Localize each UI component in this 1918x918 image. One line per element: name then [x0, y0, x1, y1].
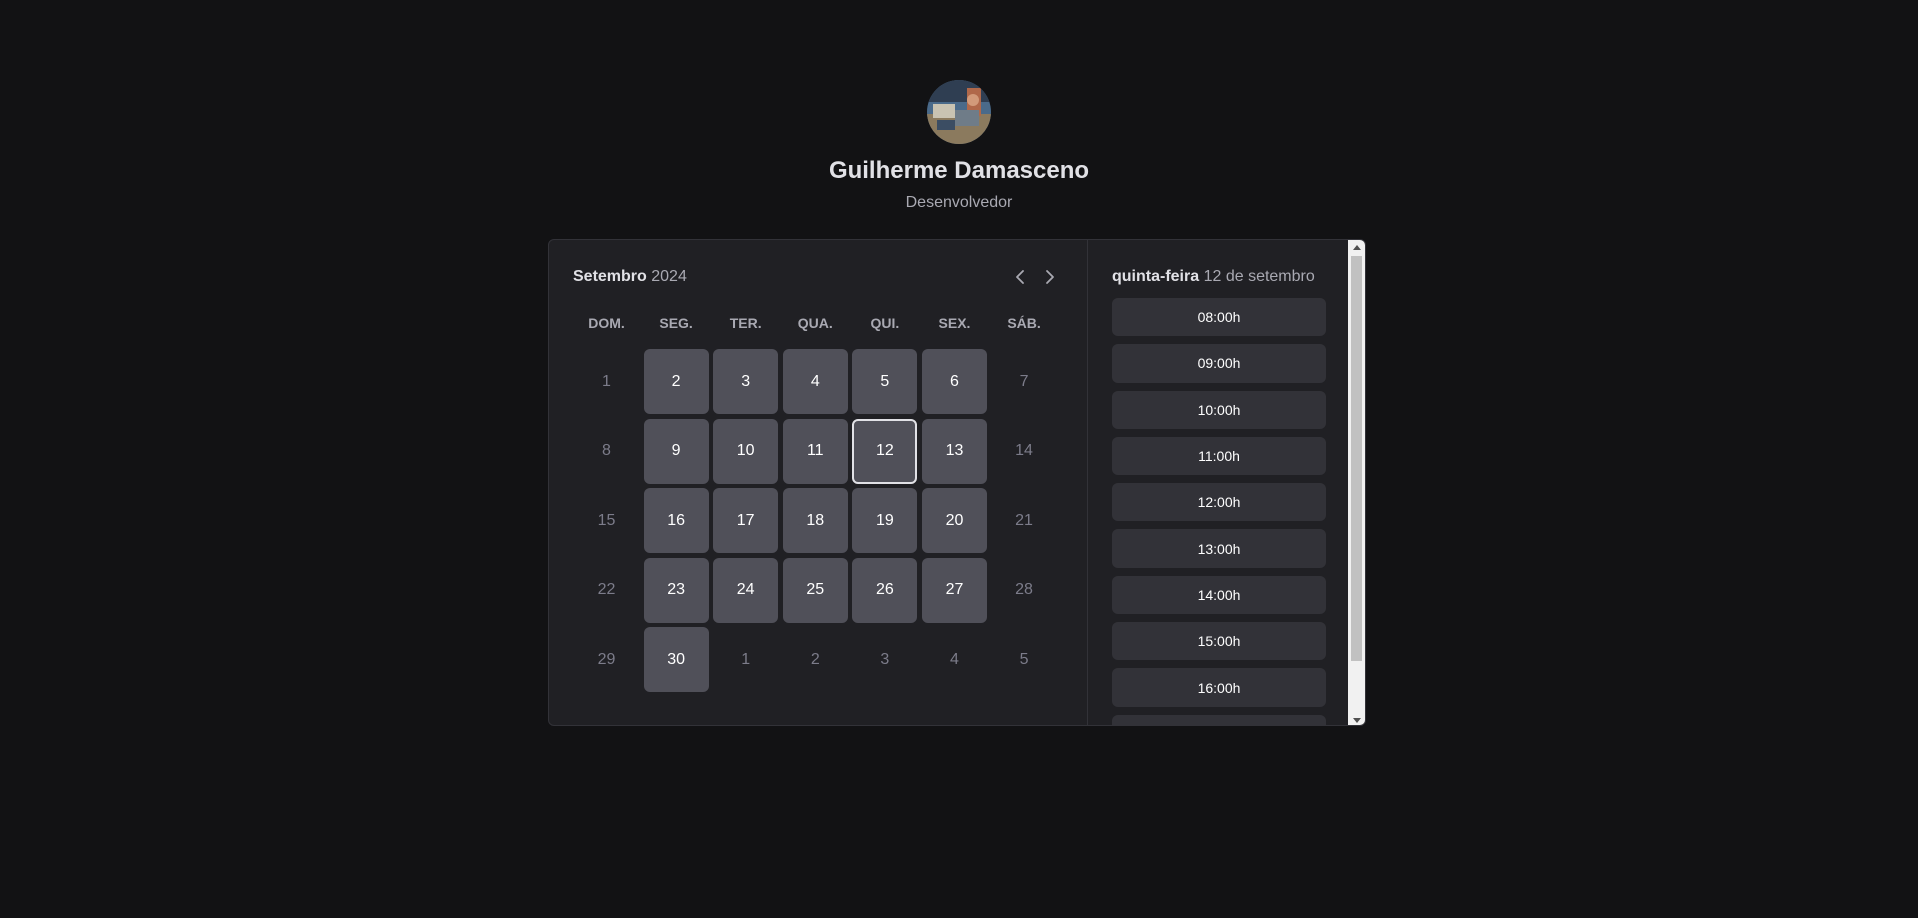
calendar-day[interactable]: 16: [643, 488, 709, 554]
calendar-month: Setembro: [573, 268, 647, 285]
weekday-label: SEG.: [659, 315, 693, 331]
calendar-day[interactable]: 20: [921, 488, 987, 554]
calendar-day: 28: [1015, 581, 1033, 599]
chevron-left-icon: [1016, 270, 1024, 284]
calendar-day[interactable]: 24: [713, 557, 779, 623]
weekday-label: QUA.: [797, 315, 833, 331]
calendar-day-selected[interactable]: 12: [852, 418, 918, 484]
calendar-day[interactable]: 11: [782, 418, 848, 484]
scroll-down-arrow-icon[interactable]: [1348, 713, 1365, 725]
weekday-header: DOM. SEG. TER. QUA. QUI. SEX. SÁB.: [574, 314, 1063, 332]
time-slot-button[interactable]: 08:00h: [1112, 298, 1326, 337]
scheduler-panel: Setembro 2024 DOM. SEG. TER. QUA. QUI. S…: [548, 239, 1366, 726]
calendar-day[interactable]: 9: [643, 418, 709, 484]
calendar-day[interactable]: 23: [643, 557, 709, 623]
calendar-day: 14: [1015, 442, 1033, 460]
selected-weekday: quinta-feira: [1112, 268, 1200, 285]
weekday-label: QUI.: [870, 315, 900, 331]
calendar: Setembro 2024 DOM. SEG. TER. QUA. QUI. S…: [549, 240, 1088, 725]
calendar-title: Setembro 2024: [573, 268, 687, 286]
calendar-day: 8: [602, 442, 611, 460]
calendar-day: 22: [597, 581, 616, 599]
calendar-day[interactable]: 17: [713, 488, 779, 554]
scroll-up-arrow-icon[interactable]: [1348, 240, 1365, 254]
calendar-day: 1: [602, 372, 611, 390]
calendar-day: 21: [1015, 511, 1033, 529]
calendar-day: 7: [1019, 372, 1029, 390]
calendar-day[interactable]: 6: [921, 349, 987, 414]
avatar: [927, 80, 991, 144]
chevron-right-icon: [1046, 270, 1054, 284]
calendar-days: 1 2 3 4 5 6 7 8 9 10 11 12 13 14 15 16 17 18 19 20 21 22 23 24 2…: [574, 349, 1063, 693]
scrollbar[interactable]: [1348, 240, 1365, 725]
time-slot-button[interactable]: [1112, 714, 1326, 725]
next-month-button[interactable]: [1041, 266, 1059, 288]
time-list: 08:00h 09:00h 10:00h 11:00h 12:00h 13:00h 14:0…: [1112, 298, 1326, 725]
calendar-day[interactable]: 27: [921, 557, 987, 623]
calendar-day: 3: [880, 650, 890, 668]
time-slot-button[interactable]: 16:00h: [1112, 668, 1326, 707]
time-slot-button[interactable]: 15:00h: [1112, 622, 1326, 661]
calendar-day: 2: [810, 650, 820, 668]
time-slot-button[interactable]: 10:00h: [1112, 390, 1326, 429]
calendar-day[interactable]: 2: [643, 349, 709, 414]
weekday-label: SEX.: [938, 315, 971, 331]
profile-name: Guilherme Damasceno: [828, 157, 1090, 184]
time-picker: quinta-feira 12 de setembro 08:00h 09:00h…: [1088, 240, 1365, 725]
calendar-day: 29: [597, 650, 616, 668]
time-picker-header: quinta-feira 12 de setembro: [1112, 264, 1341, 290]
time-slot-button[interactable]: 13:00h: [1112, 529, 1326, 568]
calendar-nav: [1011, 266, 1059, 288]
calendar-day[interactable]: 4: [782, 349, 848, 414]
weekday-label: TER.: [729, 315, 762, 331]
calendar-day[interactable]: 25: [782, 557, 848, 623]
calendar-year: 2024: [651, 268, 687, 285]
calendar-day[interactable]: 19: [852, 488, 918, 554]
time-slot-button[interactable]: 09:00h: [1112, 344, 1326, 383]
calendar-day[interactable]: 10: [713, 418, 779, 484]
time-slot-button[interactable]: 12:00h: [1112, 483, 1326, 522]
calendar-day: 5: [1019, 650, 1029, 668]
profile-header: Guilherme Damasceno Desenvolvedor: [0, 80, 1918, 214]
weekday-label: SÁB.: [1007, 315, 1041, 331]
selected-date: 12 de setembro: [1203, 268, 1315, 285]
calendar-day[interactable]: 5: [852, 349, 918, 414]
profile-bio: Desenvolvedor: [905, 194, 1013, 211]
calendar-day[interactable]: 13: [921, 418, 987, 484]
calendar-day: 1: [741, 650, 751, 668]
prev-month-button[interactable]: [1011, 266, 1029, 288]
calendar-header: Setembro 2024: [573, 264, 1063, 290]
calendar-day[interactable]: 26: [852, 557, 918, 623]
calendar-day[interactable]: 3: [713, 349, 779, 414]
calendar-day: 4: [950, 650, 959, 668]
weekday-label: DOM.: [588, 315, 625, 331]
time-slot-button[interactable]: 14:00h: [1112, 575, 1326, 615]
calendar-day: 15: [597, 511, 616, 529]
calendar-day[interactable]: 18: [782, 488, 848, 554]
calendar-day[interactable]: 30: [643, 627, 709, 693]
scrollbar-thumb[interactable]: [1351, 256, 1362, 661]
time-slot-button[interactable]: 11:00h: [1112, 436, 1326, 476]
